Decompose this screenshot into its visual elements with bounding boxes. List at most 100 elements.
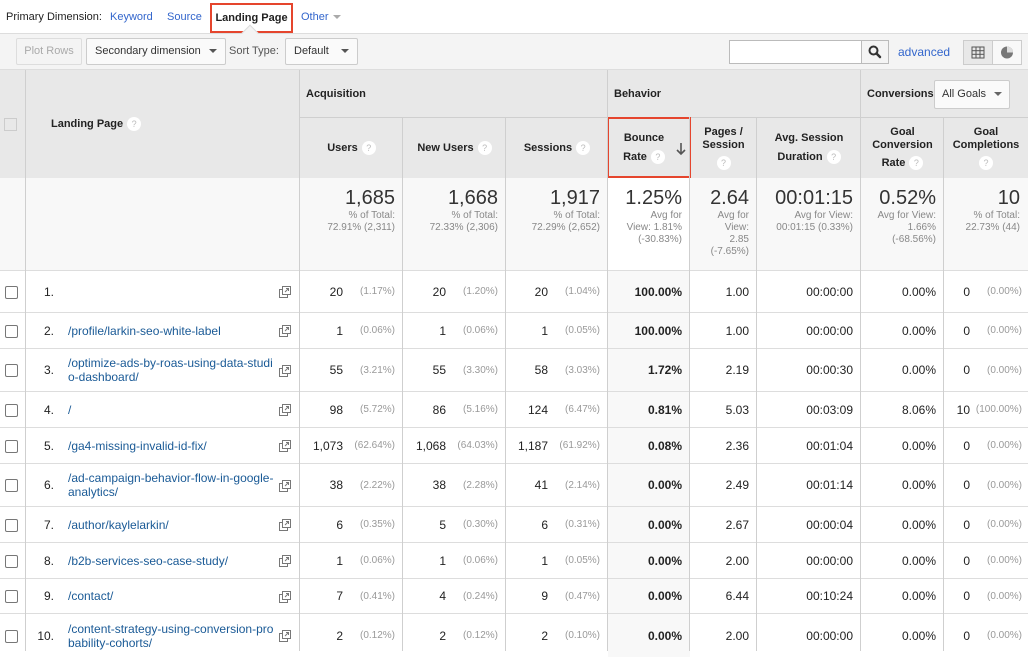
- help-icon[interactable]: ?: [909, 156, 924, 170]
- goal-completions-pct: (0.00%): [986, 286, 1022, 297]
- row-checkbox[interactable]: [5, 629, 18, 643]
- plot-rows-button[interactable]: Plot Rows: [16, 38, 82, 65]
- open-external-icon[interactable]: [279, 555, 291, 567]
- users-cell: 7 (0.41%): [300, 579, 403, 613]
- help-icon[interactable]: ?: [826, 150, 841, 165]
- sessions-value: 41: [534, 478, 548, 492]
- header-pages-per-session[interactable]: Pages / Session ?: [690, 118, 757, 178]
- goals-select-dropdown[interactable]: All Goals: [934, 80, 1010, 109]
- new-users-cell: 55 (3.30%): [403, 349, 506, 391]
- header-sessions[interactable]: Sessions?: [506, 118, 608, 178]
- help-icon[interactable]: ?: [979, 156, 993, 170]
- users-value: 1: [336, 553, 343, 568]
- open-external-icon[interactable]: [279, 479, 291, 492]
- row-checkbox[interactable]: [5, 403, 18, 417]
- table-search-input[interactable]: [729, 40, 862, 64]
- landing-page-link[interactable]: /optimize-ads-by-roas-using-data-studio-…: [68, 356, 278, 384]
- pie-view-button[interactable]: [992, 40, 1022, 65]
- new-users-cell: 1 (0.06%): [403, 313, 506, 348]
- table-row: 10. /content-strategy-using-conversion-p…: [0, 613, 1028, 657]
- goal-completions-pct: (0.00%): [986, 519, 1022, 530]
- row-checkbox[interactable]: [5, 364, 18, 377]
- open-external-icon[interactable]: [279, 364, 291, 377]
- primary-dimension-bar: Primary Dimension: Keyword Source Landin…: [0, 0, 1028, 33]
- bounce-rate-cell: 100.00%: [608, 313, 690, 348]
- help-icon[interactable]: ?: [716, 156, 731, 170]
- dimension-keyword[interactable]: Keyword: [110, 11, 153, 23]
- open-external-icon[interactable]: [279, 404, 291, 416]
- header-goal-conversion-rate[interactable]: Goal Conversion Rate?: [861, 118, 944, 178]
- landing-page-link[interactable]: /contact/: [68, 589, 278, 603]
- total-bounce-rate: 1.25% Avg for View: 1.81% (-30.83%): [608, 178, 690, 270]
- open-external-icon[interactable]: [279, 440, 291, 452]
- row-checkbox[interactable]: [5, 590, 18, 603]
- avg-session-duration-cell: 00:00:00: [806, 323, 853, 338]
- landing-page-link[interactable]: /content-strategy-using-conversion-proba…: [68, 622, 278, 650]
- users-cell: 6 (0.35%): [300, 507, 403, 542]
- open-external-icon[interactable]: [279, 519, 291, 531]
- header-users[interactable]: Users?: [300, 118, 403, 178]
- header-avg-dur-label-1: Avg. Session: [774, 132, 844, 144]
- select-all-checkbox[interactable]: [4, 118, 17, 131]
- sort-type-dropdown[interactable]: Default: [285, 38, 358, 65]
- landing-page-link[interactable]: /: [68, 403, 278, 417]
- header-avg-dur-label-2: Duration: [777, 151, 823, 163]
- users-value: 1,073: [312, 438, 343, 453]
- total-goal-completions: 10 % of Total: 22.73% (44): [944, 186, 1028, 234]
- open-external-icon[interactable]: [279, 630, 291, 642]
- users-value: 55: [329, 363, 343, 377]
- total-new-users-value: 1,668: [447, 187, 498, 209]
- sessions-pct: (0.10%): [564, 630, 600, 641]
- landing-page-link[interactable]: /b2b-services-seo-case-study/: [68, 554, 278, 568]
- search-button[interactable]: [861, 40, 889, 64]
- sessions-pct: (3.03%): [564, 364, 600, 376]
- chevron-down-icon: [340, 49, 349, 54]
- landing-page-link[interactable]: /ga4-missing-invalid-id-fix/: [68, 439, 278, 453]
- help-icon[interactable]: ?: [361, 141, 376, 155]
- advanced-filter-link[interactable]: advanced: [898, 45, 950, 59]
- pie-chart-icon: [1001, 46, 1013, 59]
- total-bounce-sub: Avg for: [650, 210, 683, 221]
- users-value: 2: [336, 628, 343, 643]
- users-pct: (0.35%): [359, 519, 395, 530]
- row-checkbox[interactable]: [5, 554, 18, 568]
- help-icon[interactable]: ?: [127, 117, 142, 131]
- open-external-icon[interactable]: [279, 325, 291, 337]
- open-external-icon[interactable]: [279, 590, 291, 603]
- new-users-pct: (64.03%): [457, 440, 498, 451]
- landing-page-link[interactable]: /author/kaylelarkin/: [68, 518, 278, 532]
- sessions-value: 1: [541, 323, 548, 338]
- row-checkbox[interactable]: [5, 285, 18, 299]
- table-row: 1. 20 (1.17%) 20 (1.20%) 20 (1.04%) 100.00%…: [0, 270, 1028, 312]
- table-view-button[interactable]: [963, 40, 993, 65]
- landing-page-link[interactable]: /ad-campaign-behavior-flow-in-google-ana…: [68, 471, 278, 499]
- chevron-down-icon: [332, 15, 341, 20]
- header-new-users[interactable]: New Users?: [403, 118, 506, 178]
- users-cell: 1 (0.06%): [300, 313, 403, 348]
- row-checkbox[interactable]: [5, 518, 18, 532]
- table-toolbar: Plot Rows Secondary dimension Sort Type:…: [0, 24, 1028, 70]
- open-external-icon[interactable]: [279, 286, 291, 298]
- dimension-source[interactable]: Source: [167, 11, 202, 23]
- grid-icon: [971, 46, 985, 59]
- header-goal-completions[interactable]: Goal Completions ?: [944, 118, 1028, 178]
- new-users-pct: (3.30%): [462, 364, 498, 376]
- row-checkbox[interactable]: [5, 439, 18, 453]
- header-avg-session-duration[interactable]: Avg. Session Duration?: [757, 118, 861, 178]
- header-landing-page[interactable]: Landing Page?: [51, 117, 142, 131]
- row-checkbox[interactable]: [5, 324, 18, 338]
- dimension-other[interactable]: Other: [301, 11, 341, 23]
- avg-session-duration-cell: 00:00:00: [806, 553, 853, 568]
- column-divider: [402, 117, 403, 651]
- landing-page-link[interactable]: /profile/larkin-seo-white-label: [68, 324, 278, 338]
- row-checkbox[interactable]: [5, 479, 18, 492]
- help-icon[interactable]: ?: [477, 141, 492, 155]
- total-dur-sub: 00:01:15 (0.33%): [776, 222, 853, 233]
- secondary-dimension-dropdown[interactable]: Secondary dimension: [86, 38, 226, 65]
- total-avg-duration: 00:01:15 Avg for View: 00:01:15 (0.33%): [757, 186, 861, 234]
- sessions-value: 9: [541, 589, 548, 603]
- help-icon[interactable]: ?: [576, 141, 591, 155]
- new-users-cell: 4 (0.24%): [403, 579, 506, 613]
- total-bounce-sub: View: 1.81%: [626, 222, 682, 233]
- goal-conversion-rate-cell: 0.00%: [901, 478, 936, 492]
